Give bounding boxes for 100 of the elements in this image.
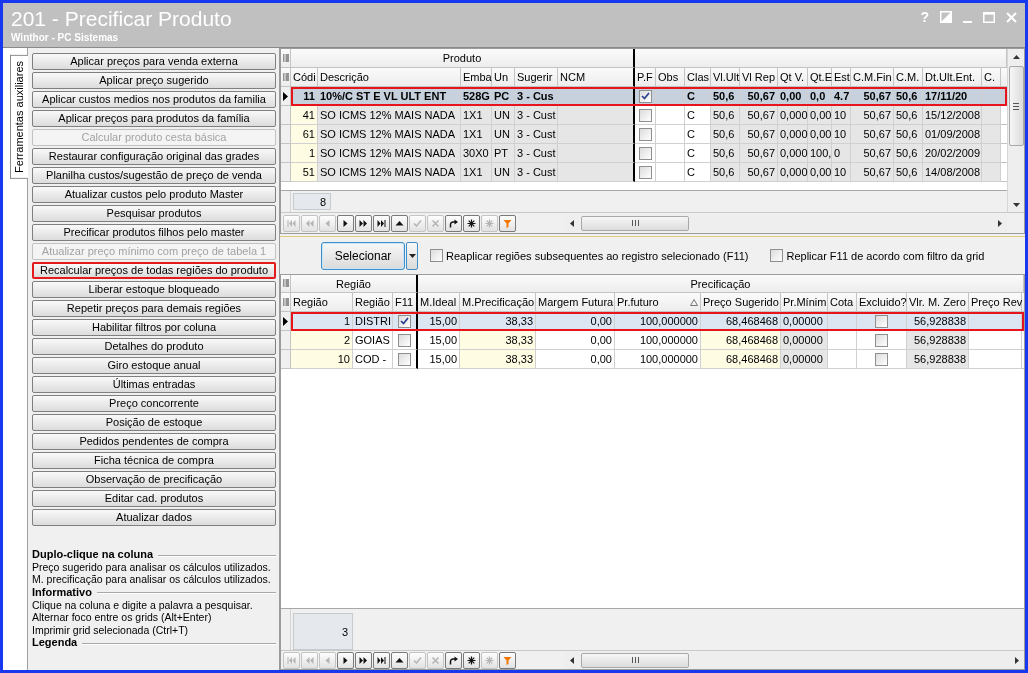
refresh-button[interactable]: [445, 214, 462, 232]
select-button[interactable]: Selecionar: [321, 241, 405, 270]
column-header[interactable]: P.F: [635, 68, 656, 87]
action-button[interactable]: Detalhes do produto: [32, 338, 276, 355]
next-page-button[interactable]: [355, 214, 372, 232]
insert-button[interactable]: [391, 214, 408, 232]
column-header[interactable]: Pr.futuro: [615, 293, 701, 312]
action-button[interactable]: Giro estoque anual: [32, 357, 276, 374]
checkbox-label[interactable]: Reaplicar regiões subsequentes ao registro selecionado (F11): [446, 249, 749, 262]
action-button[interactable]: Aplicar preços para venda externa: [32, 53, 276, 70]
scrollbar-thumb[interactable]: [581, 215, 689, 231]
checkbox[interactable]: [398, 352, 411, 366]
column-header[interactable]: Região: [291, 293, 353, 312]
column-header[interactable]: Vl.Ult: [711, 68, 740, 87]
table-row[interactable]: 61 SO ICMS 12% MAIS NADA 1X1 UN 3 - Cust C 50,6 50,67 0,000 0,00 10 50,67 50,6 01/09/2008: [281, 125, 1007, 144]
left-arrow-icon[interactable]: [569, 219, 574, 227]
action-button[interactable]: Repetir preços para demais regiões: [32, 300, 276, 317]
column-header[interactable]: Dt.Ult.Ent.: [923, 68, 982, 87]
table-row[interactable]: 11 10%/C ST E VL ULT ENT 528G PC 3 - Cus C 50,6 50,67 0,00 0,0 4.7 50,67 50,6 17/11/20: [281, 87, 1007, 106]
column-header[interactable]: Códi: [291, 68, 318, 87]
checkbox[interactable]: [398, 333, 411, 347]
minimize-icon[interactable]: [963, 20, 972, 23]
action-button[interactable]: Restaurar configuração original das grades: [32, 148, 276, 165]
checkbox[interactable]: [638, 146, 652, 160]
dropdown-button[interactable]: [406, 241, 418, 270]
checkbox[interactable]: [638, 165, 652, 179]
checkbox[interactable]: [770, 249, 784, 262]
right-arrow-icon[interactable]: [997, 219, 1002, 227]
contrast-icon[interactable]: [940, 11, 952, 23]
action-button[interactable]: Recalcular preços de todas regiões do produto: [32, 262, 276, 279]
action-button[interactable]: Preço concorrente: [32, 395, 276, 412]
column-header[interactable]: Un: [492, 68, 515, 87]
checkbox[interactable]: [638, 89, 652, 103]
column-header[interactable]: Descrição: [318, 68, 461, 87]
close-icon[interactable]: [1006, 11, 1017, 23]
column-header[interactable]: Pr.Mínim: [781, 293, 828, 312]
table-row[interactable]: 51 SO ICMS 12% MAIS NADA 1X1 UN 3 - Cust C 50,6 50,67 0,000 0,00 10 50,67 50,6 14/08/2008: [281, 163, 1007, 182]
up-arrow-icon[interactable]: [1012, 54, 1020, 59]
action-button[interactable]: Aplicar preços para produtos da família: [32, 110, 276, 127]
action-button[interactable]: Aplicar custos medios nos produtos da familia: [32, 91, 276, 108]
column-header[interactable]: Vlr. M. Zero: [907, 293, 969, 312]
action-button[interactable]: Posição de estoque: [32, 414, 276, 431]
column-header[interactable]: Clas: [685, 68, 711, 87]
action-button[interactable]: Atualizar custos pelo produto Master: [32, 186, 276, 203]
column-header[interactable]: C.M.Fin: [851, 68, 894, 87]
action-button[interactable]: Últimas entradas: [32, 376, 276, 393]
next-record-button[interactable]: [337, 651, 354, 669]
column-list-icon[interactable]: [282, 72, 289, 82]
table-row[interactable]: 41 SO ICMS 12% MAIS NADA 1X1 UN 3 - Cust C 50,6 50,67 0,000 0,00 10 50,67 50,6 15/12/2008: [281, 106, 1007, 125]
side-tab[interactable]: Ferramentas auxiliares: [10, 55, 28, 179]
maximize-icon[interactable]: [983, 11, 995, 23]
action-button[interactable]: Observação de precificação: [32, 471, 276, 488]
column-header[interactable]: Preço Rev: [969, 293, 1022, 312]
column-list-icon[interactable]: [282, 297, 289, 307]
right-arrow-icon[interactable]: [1014, 656, 1019, 664]
column-header[interactable]: Sugerir: [515, 68, 558, 87]
column-header[interactable]: Obs: [656, 68, 685, 87]
column-header[interactable]: C.: [982, 68, 1001, 87]
scrollbar-thumb[interactable]: [1008, 66, 1024, 146]
table-row[interactable]: 1 SO ICMS 12% MAIS NADA 30X0 PT 3 - Cust C 50,6 50,67 0,000 100, 0 50,67 50,6 20/02/2009: [281, 144, 1007, 163]
scrollbar-thumb[interactable]: [581, 652, 689, 668]
column-list-icon[interactable]: [282, 279, 289, 288]
checkbox[interactable]: [875, 314, 888, 328]
asterisk-button[interactable]: [463, 651, 480, 669]
checkbox[interactable]: [398, 314, 411, 328]
insert-button[interactable]: [391, 651, 408, 669]
last-record-button[interactable]: [373, 651, 390, 669]
action-button[interactable]: Planilha custos/sugestão de preço de venda: [32, 167, 276, 184]
column-header[interactable]: Emba: [461, 68, 492, 87]
column-header[interactable]: Vl Rep: [740, 68, 778, 87]
action-button[interactable]: Pesquisar produtos: [32, 205, 276, 222]
filter-button[interactable]: [499, 651, 516, 669]
action-button[interactable]: Ficha técnica de compra: [32, 452, 276, 469]
checkbox[interactable]: [875, 352, 888, 366]
next-record-button[interactable]: [337, 214, 354, 232]
column-header[interactable]: Cota: [828, 293, 857, 312]
table-row[interactable]: 1 DISTRI 15,00 38,33 0,00 100,000000 68,468468 0,00000 56,928838: [281, 312, 1024, 331]
column-header[interactable]: Região: [353, 293, 393, 312]
column-header[interactable]: F11: [393, 293, 418, 312]
vertical-scrollbar[interactable]: [1007, 49, 1024, 212]
next-page-button[interactable]: [355, 651, 372, 669]
column-header[interactable]: M.Precificação: [460, 293, 536, 312]
column-header[interactable]: M.Ideal: [418, 293, 460, 312]
action-button[interactable]: Aplicar preço sugerido: [32, 72, 276, 89]
column-header[interactable]: Preço Sugerido: [701, 293, 781, 312]
column-header[interactable]: Qt.E: [808, 68, 832, 87]
column-header[interactable]: Est: [832, 68, 851, 87]
left-arrow-icon[interactable]: [569, 656, 574, 664]
checkbox[interactable]: [430, 249, 443, 262]
action-button[interactable]: Pedidos pendentes de compra: [32, 433, 276, 450]
action-button[interactable]: Precificar produtos filhos pelo master: [32, 224, 276, 241]
column-list-icon[interactable]: [282, 53, 289, 63]
asterisk-button[interactable]: [463, 214, 480, 232]
checkbox[interactable]: [638, 127, 652, 141]
down-arrow-icon[interactable]: [1012, 202, 1020, 207]
last-record-button[interactable]: [373, 214, 390, 232]
column-header[interactable]: Qt V.: [778, 68, 808, 87]
checkbox-label[interactable]: Replicar F11 de acordo com filtro da grid: [786, 249, 985, 262]
checkbox[interactable]: [875, 333, 888, 347]
column-header[interactable]: C.M.: [894, 68, 923, 87]
